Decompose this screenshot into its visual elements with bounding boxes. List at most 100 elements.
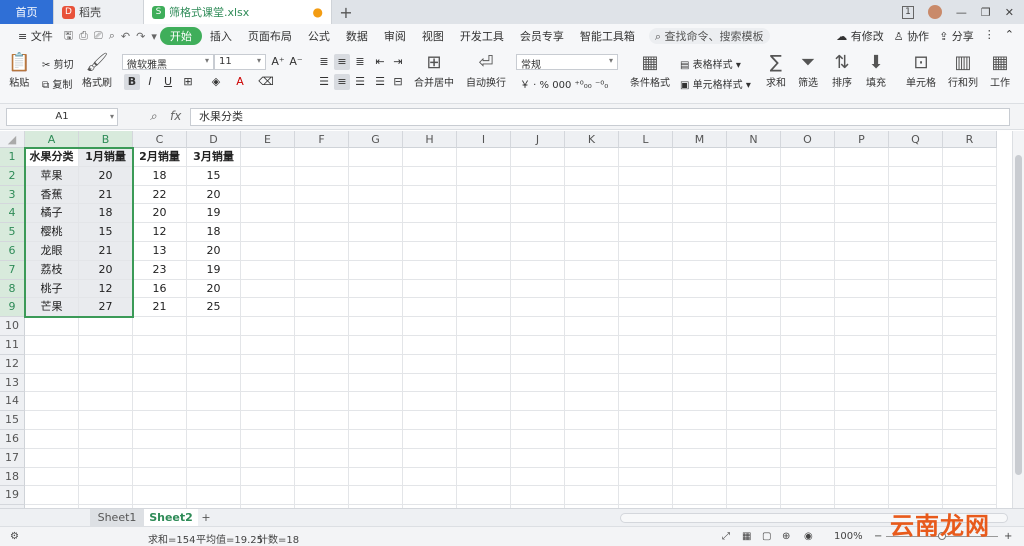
sum-button[interactable]: ∑ 求和 xyxy=(766,52,786,89)
cell[interactable] xyxy=(727,448,781,468)
cell[interactable] xyxy=(889,448,943,468)
cell[interactable] xyxy=(187,392,241,412)
print-icon[interactable]: ⎚ xyxy=(91,29,106,43)
cell[interactable]: 20 xyxy=(187,279,241,299)
row-header[interactable]: 9 xyxy=(0,298,25,318)
cell[interactable] xyxy=(457,392,511,412)
cell[interactable] xyxy=(511,336,565,355)
cell[interactable] xyxy=(565,298,619,318)
cell[interactable] xyxy=(619,279,673,299)
cell[interactable] xyxy=(619,260,673,280)
cell[interactable] xyxy=(457,411,511,430)
cell[interactable] xyxy=(673,354,727,374)
zoom-in-icon[interactable]: + xyxy=(1004,531,1012,542)
cell[interactable] xyxy=(79,373,133,393)
font-color-icon[interactable]: A xyxy=(232,74,248,90)
column-header[interactable]: Q xyxy=(889,131,943,148)
cell[interactable] xyxy=(943,279,997,299)
cell[interactable]: 20 xyxy=(187,185,241,205)
cell[interactable] xyxy=(889,204,943,224)
conditional-format-button[interactable]: ▦ 条件格式 xyxy=(630,52,670,89)
cell[interactable] xyxy=(133,336,187,355)
cell[interactable] xyxy=(403,204,457,224)
cell[interactable] xyxy=(349,373,403,393)
cell[interactable] xyxy=(727,430,781,449)
row-header[interactable]: 4 xyxy=(0,204,25,224)
cell[interactable] xyxy=(943,242,997,261)
cell[interactable] xyxy=(349,336,403,355)
cell[interactable] xyxy=(727,148,781,167)
cell[interactable] xyxy=(889,373,943,393)
align-bottom-icon[interactable]: ≣ xyxy=(352,54,368,70)
tab-formulas[interactable]: 公式 xyxy=(300,28,338,44)
page-layout-view-icon[interactable]: ▢ xyxy=(762,531,771,542)
cell[interactable] xyxy=(349,467,403,487)
cell[interactable] xyxy=(241,223,295,242)
cell[interactable] xyxy=(835,448,889,468)
cell[interactable] xyxy=(241,185,295,205)
cell[interactable] xyxy=(133,373,187,393)
cell[interactable] xyxy=(403,166,457,186)
cell[interactable] xyxy=(349,260,403,280)
cell[interactable] xyxy=(889,279,943,299)
tab-data[interactable]: 数据 xyxy=(338,28,376,44)
cell[interactable]: 21 xyxy=(133,298,187,318)
cell[interactable] xyxy=(295,298,349,318)
cell[interactable] xyxy=(295,204,349,224)
row-header[interactable]: 13 xyxy=(0,373,25,393)
cell[interactable] xyxy=(511,448,565,468)
cell[interactable] xyxy=(241,166,295,186)
cell[interactable] xyxy=(781,279,835,299)
cell[interactable] xyxy=(25,411,79,430)
cell[interactable] xyxy=(619,166,673,186)
cell[interactable] xyxy=(781,336,835,355)
cell[interactable] xyxy=(349,148,403,167)
cell[interactable] xyxy=(403,148,457,167)
column-header[interactable]: K xyxy=(565,131,619,148)
cut-button[interactable]: ✂ 剪切 xyxy=(42,56,74,71)
formula-input[interactable]: 水果分类 xyxy=(190,108,1010,126)
align-right-icon[interactable]: ☰ xyxy=(352,74,368,90)
underline-button[interactable]: U xyxy=(160,74,176,90)
cell[interactable] xyxy=(349,486,403,506)
cell[interactable] xyxy=(889,430,943,449)
tab-docer[interactable]: D 稻壳 xyxy=(54,0,144,24)
table-style-button[interactable]: ▤ 表格样式 ▾ xyxy=(680,56,741,71)
row-header[interactable]: 17 xyxy=(0,448,25,468)
cell[interactable]: 苹果 xyxy=(25,166,79,186)
cell[interactable] xyxy=(781,486,835,506)
cell[interactable] xyxy=(727,467,781,487)
cell[interactable] xyxy=(889,260,943,280)
cell[interactable] xyxy=(295,448,349,468)
cell[interactable] xyxy=(889,298,943,318)
cell[interactable] xyxy=(241,336,295,355)
cell[interactable] xyxy=(565,242,619,261)
cell[interactable] xyxy=(565,411,619,430)
cell[interactable] xyxy=(781,467,835,487)
cell[interactable] xyxy=(889,354,943,374)
cell[interactable] xyxy=(457,279,511,299)
tab-home[interactable]: 首页 xyxy=(0,0,54,24)
column-header[interactable]: P xyxy=(835,131,889,148)
cell[interactable] xyxy=(565,204,619,224)
avatar[interactable] xyxy=(927,5,942,19)
cell[interactable] xyxy=(457,336,511,355)
cell[interactable] xyxy=(727,486,781,506)
cell[interactable]: 橘子 xyxy=(25,204,79,224)
cell[interactable]: 18 xyxy=(79,204,133,224)
zoom-formula-icon[interactable]: ⌕ xyxy=(150,109,157,124)
tab-smart-toolbox[interactable]: 智能工具箱 xyxy=(572,28,643,44)
cell[interactable] xyxy=(511,486,565,506)
cell[interactable] xyxy=(241,392,295,412)
cell[interactable] xyxy=(187,354,241,374)
column-header[interactable]: E xyxy=(241,131,295,148)
merge-center-button[interactable]: ⊞ 合并居中 xyxy=(414,52,454,89)
export-pdf-icon[interactable]: ⎙ xyxy=(76,29,91,43)
cell[interactable] xyxy=(835,373,889,393)
cell[interactable] xyxy=(457,354,511,374)
cell[interactable] xyxy=(727,204,781,224)
tab-page-layout[interactable]: 页面布局 xyxy=(240,28,300,44)
cell[interactable] xyxy=(619,185,673,205)
cell[interactable] xyxy=(619,430,673,449)
cell[interactable]: 21 xyxy=(79,242,133,261)
